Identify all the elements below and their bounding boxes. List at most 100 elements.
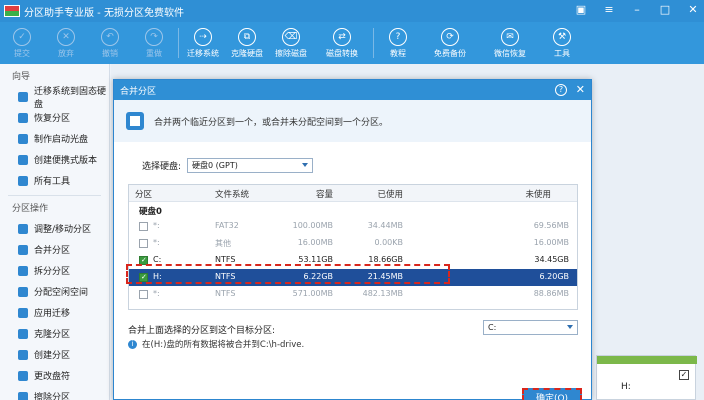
sidebar-item-create-partition[interactable]: 创建分区 xyxy=(0,344,109,365)
dialog-title: 合并分区 xyxy=(120,86,157,97)
sidebar-item-app-migrate[interactable]: 应用迁移 xyxy=(0,302,109,323)
table-row[interactable]: *: NTFS 571.00MB 482.13MB 88.86MB xyxy=(129,286,577,303)
window-controls: ▣ ≡ – □ ✕ xyxy=(574,3,700,17)
backup-icon: ⟳ xyxy=(441,27,459,46)
toolbar-divider xyxy=(178,28,179,58)
sidebar-item-allocate[interactable]: 分配空闲空间 xyxy=(0,281,109,302)
tutorial-button[interactable]: ? 教程 xyxy=(376,22,420,64)
maximize-icon[interactable]: □ xyxy=(658,3,672,17)
skin-icon[interactable]: ▣ xyxy=(574,3,588,17)
redo-button[interactable]: ↷ 重做 xyxy=(132,22,176,64)
tools-grid-icon xyxy=(18,175,28,186)
usage-bar xyxy=(597,356,697,364)
sidebar-item-boot-disc[interactable]: 制作启动光盘 xyxy=(0,128,109,149)
row-checkbox[interactable] xyxy=(139,222,148,231)
sidebar-item-migrate-ssd[interactable]: 迁移系统到固态硬盘 xyxy=(0,86,109,110)
allocate-icon xyxy=(18,286,28,297)
row-checkbox[interactable] xyxy=(139,290,148,299)
cancel-icon: ✕ xyxy=(57,27,75,46)
help-icon[interactable]: ? xyxy=(555,84,567,96)
migrate-icon xyxy=(18,91,28,102)
free-backup-button[interactable]: ⟳ 免费备份 xyxy=(420,22,480,64)
close-icon[interactable]: ✕ xyxy=(686,3,700,17)
convert-disk-button[interactable]: ⇄ 磁盘转换 xyxy=(313,22,371,64)
disk-group-label: 硬盘0 xyxy=(139,207,162,217)
undo-button[interactable]: ↶ 撤销 xyxy=(88,22,132,64)
row-checkbox[interactable] xyxy=(139,239,148,248)
close-icon[interactable]: ✕ xyxy=(576,83,585,96)
title-bar: 分区助手专业版 - 无损分区免费软件 ▣ ≡ – □ ✕ xyxy=(0,0,704,22)
split-icon xyxy=(18,265,28,276)
letter-icon xyxy=(18,370,28,381)
info-icon: i xyxy=(128,339,137,349)
app-logo-icon xyxy=(4,5,20,17)
clone-disk-button[interactable]: ⧉ 克隆硬盘 xyxy=(225,22,269,64)
sidebar-item-split[interactable]: 拆分分区 xyxy=(0,260,109,281)
sidebar-divider xyxy=(8,195,101,196)
redo-icon: ↷ xyxy=(145,27,163,46)
dialog-description: 合并两个临近分区到一个，或合并未分配空间到一个分区。 xyxy=(154,117,389,128)
merge-icon xyxy=(126,112,144,130)
disk-select-label: 选择硬盘: xyxy=(142,162,182,172)
table-row-selected[interactable]: H: NTFS 6.22GB 21.45MB 6.20GB xyxy=(129,269,577,286)
merge-target-label: 合并上面选择的分区到这个目标分区: xyxy=(128,326,276,336)
wechat-recover-icon: ✉ xyxy=(501,27,519,46)
sidebar-item-clone-partition[interactable]: 克隆分区 xyxy=(0,323,109,344)
tools-icon: ⚒ xyxy=(553,27,571,46)
chevron-down-icon xyxy=(302,163,309,167)
ok-button[interactable]: 确定(O) xyxy=(522,388,582,400)
table-row[interactable]: C: NTFS 53.11GB 18.66GB 34.45GB xyxy=(129,252,577,269)
dialog-title-bar: 合并分区 ? ✕ xyxy=(114,80,591,100)
sidebar-ops-title: 分区操作 xyxy=(12,204,49,214)
sidebar-item-resize[interactable]: 调整/移动分区 xyxy=(0,218,109,239)
merge-icon xyxy=(18,244,28,255)
sidebar: 向导 迁移系统到固态硬盘 恢复分区 制作启动光盘 创建便携式版本 所有工具 分区… xyxy=(0,64,110,400)
chevron-down-icon xyxy=(567,325,573,329)
partition-table: 分区 文件系统 容量 已使用 未使用 硬盘0 *: FAT32 100.00MB… xyxy=(128,184,578,310)
sidebar-item-all-tools[interactable]: 所有工具 xyxy=(0,170,109,191)
tools-button[interactable]: ⚒ 工具 xyxy=(540,22,584,64)
table-row[interactable]: *: FAT32 100.00MB 34.44MB 69.56MB xyxy=(129,218,577,235)
submit-button[interactable]: ✓ 提交 xyxy=(0,22,44,64)
disk-select[interactable]: 硬盘0 (GPT) xyxy=(187,158,314,173)
partition-card-label: H: xyxy=(621,382,631,392)
sidebar-item-change-letter[interactable]: 更改盘符 xyxy=(0,365,109,386)
disk-select-row: 选择硬盘: 硬盘0 (GPT) xyxy=(142,158,314,173)
erase-disk-icon: ⌫ xyxy=(282,27,300,46)
toolbar: ✓ 提交 ✕ 放弃 ↶ 撤销 ↷ 重做 ⇢ 迁移系统 ⧉ 克隆硬盘 ⌫ 擦除磁盘 ⇄ 磁盘转换 … xyxy=(0,22,704,64)
disc-icon xyxy=(18,133,28,144)
undo-icon: ↶ xyxy=(101,27,119,46)
convert-disk-icon: ⇄ xyxy=(333,27,351,46)
merge-target-row: 合并上面选择的分区到这个目标分区: C: xyxy=(128,320,578,336)
partition-card-h[interactable]: H: ✓ xyxy=(596,355,697,400)
discard-button[interactable]: ✕ 放弃 xyxy=(44,22,88,64)
dialog-banner: 合并两个临近分区到一个，或合并未分配空间到一个分区。 xyxy=(114,100,591,142)
table-row[interactable]: *: 其他 16.00MB 0.00KB 16.00MB xyxy=(129,235,577,252)
portable-icon xyxy=(18,154,28,165)
table-header: 分区 文件系统 容量 已使用 未使用 xyxy=(129,185,577,202)
app-migrate-icon xyxy=(18,307,28,318)
sidebar-item-recover-partition[interactable]: 恢复分区 xyxy=(0,107,109,128)
check-icon: ✓ xyxy=(13,27,31,46)
target-partition-select[interactable]: C: xyxy=(483,320,578,335)
sidebar-item-portable[interactable]: 创建便携式版本 xyxy=(0,149,109,170)
minimize-icon[interactable]: – xyxy=(630,3,644,17)
migrate-system-button[interactable]: ⇢ 迁移系统 xyxy=(181,22,225,64)
recover-icon xyxy=(18,112,28,123)
wechat-recover-button[interactable]: ✉ 微信恢复 xyxy=(480,22,540,64)
info-message: i 在(H:)盘的所有数据将被合并到C:\h-drive. xyxy=(128,338,304,350)
sidebar-item-merge[interactable]: 合并分区 xyxy=(0,239,109,260)
menu-icon[interactable]: ≡ xyxy=(602,3,616,17)
sidebar-item-wipe-partition[interactable]: 擦除分区 xyxy=(0,386,109,400)
row-checkbox[interactable] xyxy=(139,273,148,282)
clone-disk-icon: ⧉ xyxy=(238,27,256,46)
merge-partition-dialog: 合并分区 ? ✕ 合并两个临近分区到一个，或合并未分配空间到一个分区。 选择硬盘… xyxy=(113,79,592,400)
window-title: 分区助手专业版 - 无损分区免费软件 xyxy=(24,7,184,19)
resize-icon xyxy=(18,223,28,234)
clone-icon xyxy=(18,328,28,339)
row-checkbox[interactable] xyxy=(139,256,148,265)
migrate-icon: ⇢ xyxy=(194,27,212,46)
wipe-icon xyxy=(18,391,28,400)
erase-disk-button[interactable]: ⌫ 擦除磁盘 xyxy=(269,22,313,64)
partition-card-checkbox[interactable]: ✓ xyxy=(679,370,689,380)
